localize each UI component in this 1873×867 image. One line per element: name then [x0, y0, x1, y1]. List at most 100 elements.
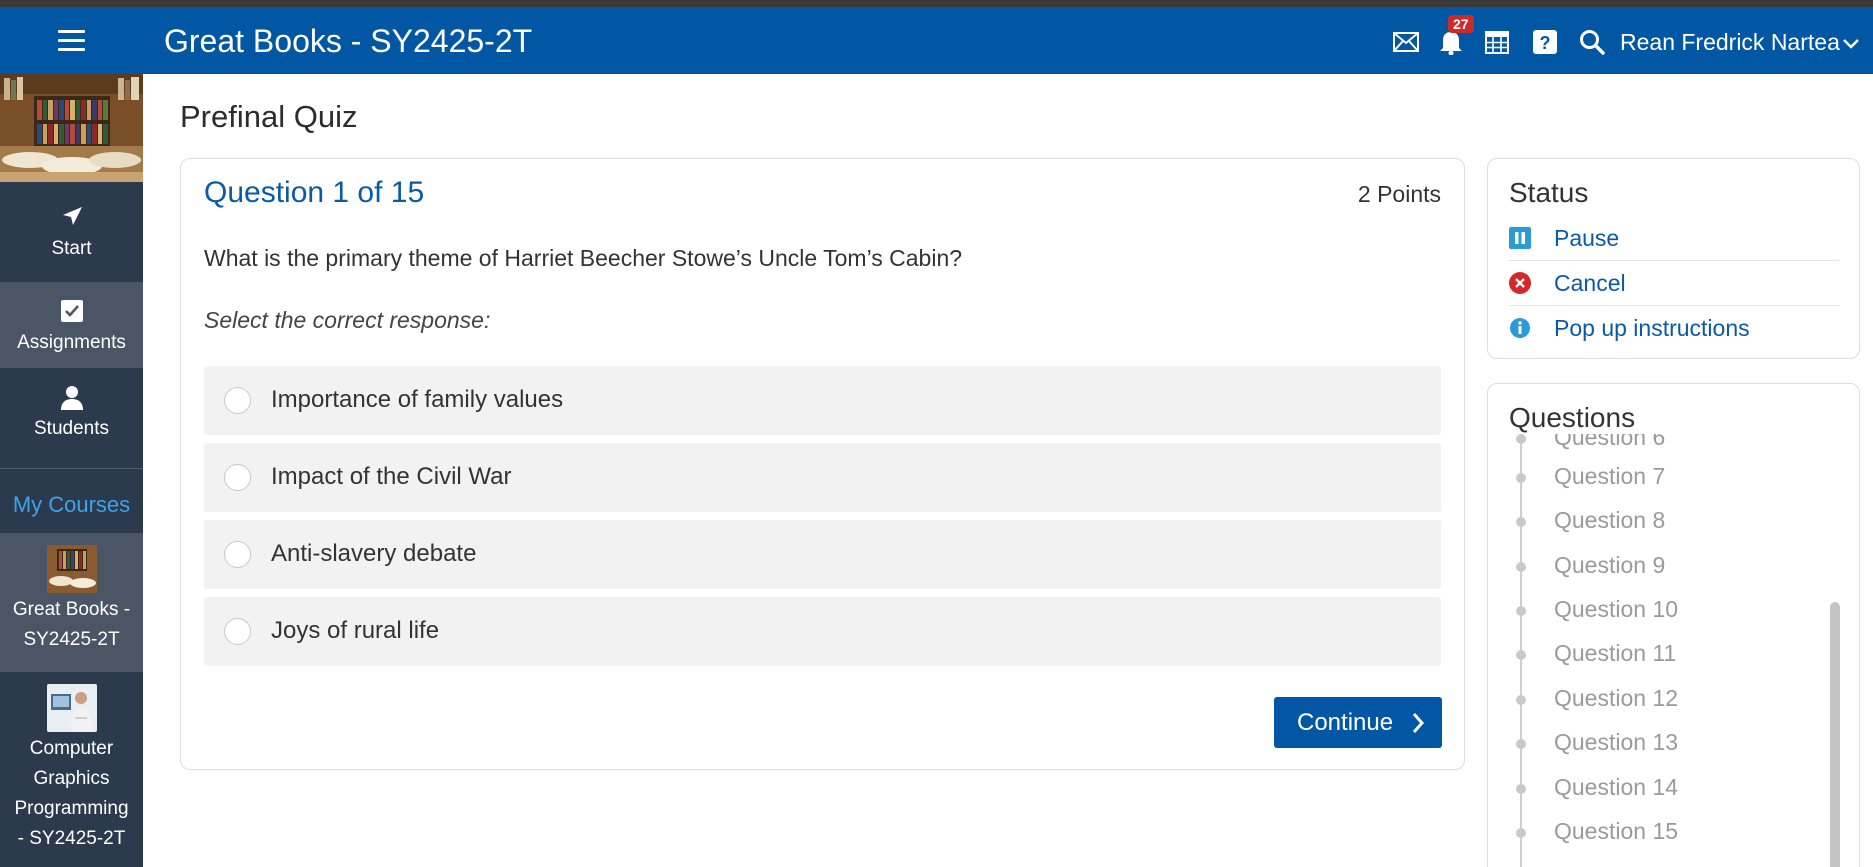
nav-start[interactable]: Start	[0, 188, 143, 274]
pause-action[interactable]: Pause	[1509, 216, 1839, 261]
mail-icon[interactable]	[1393, 29, 1419, 55]
navigation-arrow-icon	[0, 204, 143, 232]
question-list-label: Question 9	[1554, 552, 1666, 578]
nav-students[interactable]: Students	[0, 368, 143, 454]
my-courses-heading[interactable]: My Courses	[0, 492, 143, 518]
question-list-item[interactable]: Question 12	[1509, 681, 1809, 717]
answer-option-label: Joys of rural life	[271, 617, 440, 644]
nav-label: Start	[51, 238, 92, 259]
question-list[interactable]: Question 6 Question 7 Question 8 Questio…	[1488, 434, 1859, 867]
question-text: What is the primary theme of Harriet Bee…	[204, 245, 963, 271]
pause-label: Pause	[1554, 225, 1620, 251]
menu-icon[interactable]	[58, 30, 85, 52]
cancel-label: Cancel	[1554, 270, 1626, 296]
question-dot	[1516, 828, 1526, 838]
answer-option[interactable]: Anti-slavery debate	[204, 520, 1441, 589]
questions-panel: Questions Question 6 Question 7 Question…	[1487, 383, 1860, 867]
question-dot	[1516, 784, 1526, 794]
question-list-label: Question 8	[1554, 507, 1666, 533]
question-list-label: Question 15	[1554, 818, 1679, 844]
user-name[interactable]: Rean Fredrick Nartea	[1620, 29, 1840, 56]
question-list-label: Question 6	[1554, 434, 1666, 450]
page-title: Prefinal Quiz	[180, 99, 358, 134]
course-item-great-books[interactable]: Great Books - SY2425-2T	[0, 533, 143, 672]
questions-scrollbar[interactable]	[1830, 602, 1840, 867]
question-dot	[1516, 739, 1526, 749]
course-name-line: Programming	[14, 798, 129, 819]
question-points: 2 Points	[1357, 181, 1441, 207]
question-list-item[interactable]: Question 8	[1509, 503, 1809, 539]
window-top-strip	[0, 0, 1873, 7]
question-dot	[1516, 695, 1526, 705]
question-list-label: Question 7	[1554, 463, 1666, 489]
question-list-item[interactable]: Question 6	[1509, 434, 1809, 456]
popup-instructions-label: Pop up instructions	[1554, 315, 1750, 341]
question-dot	[1516, 562, 1526, 572]
radio-button[interactable]	[224, 387, 251, 414]
continue-label: Continue	[1297, 709, 1394, 736]
info-icon	[1509, 317, 1531, 339]
checkbox-icon	[0, 298, 143, 326]
question-list-item[interactable]: Question 13	[1509, 725, 1809, 761]
question-list-item[interactable]: Question 7	[1509, 459, 1809, 495]
cancel-action[interactable]: Cancel	[1509, 261, 1839, 306]
sidebar-divider	[0, 468, 143, 469]
question-list-label: Question 10	[1554, 596, 1679, 622]
course-name-line: Computer	[29, 738, 114, 759]
question-heading: Question 1 of 15	[204, 176, 425, 209]
question-list-label: Question 11	[1554, 640, 1677, 666]
course-name-line: - SY2425-2T	[17, 828, 126, 849]
course-name-line: Great Books -	[12, 599, 131, 620]
notification-badge: 27	[1448, 15, 1474, 33]
course-name-line: SY2425-2T	[23, 629, 120, 650]
status-title: Status	[1509, 177, 1589, 208]
question-list-item[interactable]: Question 10	[1509, 592, 1809, 628]
answer-option[interactable]: Impact of the Civil War	[204, 443, 1441, 512]
question-list-label: Question 14	[1554, 774, 1679, 800]
course-item-computer-graphics[interactable]: Computer Graphics Programming - SY2425-2…	[0, 672, 143, 867]
course-thumbnail	[46, 684, 97, 732]
top-header: Great Books - SY2425-2T 27 ? Rean Fredri…	[0, 7, 1873, 74]
svg-text:?: ?	[1540, 33, 1551, 53]
question-list-item[interactable]: Question 9	[1509, 548, 1809, 584]
sidebar: Start Assignments Students My Courses Gr…	[0, 74, 143, 867]
status-panel: Status Pause Cancel Pop up instructions	[1487, 158, 1860, 359]
course-banner-image	[0, 74, 143, 182]
question-list-label: Question 13	[1554, 729, 1679, 755]
course-thumbnail	[46, 545, 97, 593]
nav-assignments[interactable]: Assignments	[0, 282, 143, 368]
pause-icon	[1509, 227, 1531, 249]
answer-option[interactable]: Importance of family values	[204, 366, 1441, 435]
answer-option-label: Importance of family values	[271, 386, 564, 413]
question-dot	[1516, 650, 1526, 660]
answer-option-label: Impact of the Civil War	[271, 463, 512, 490]
person-icon	[0, 384, 143, 412]
radio-button[interactable]	[224, 464, 251, 491]
continue-button[interactable]: Continue	[1274, 697, 1442, 748]
question-list-item[interactable]: Question 14	[1509, 770, 1809, 806]
question-card: Question 1 of 15 2 Points What is the pr…	[180, 158, 1465, 770]
course-name-line: Graphics	[33, 768, 110, 789]
question-instruction: Select the correct response:	[204, 307, 491, 333]
nav-label: Students	[34, 418, 109, 439]
question-dot	[1516, 606, 1526, 616]
search-icon[interactable]	[1579, 29, 1605, 55]
calendar-icon[interactable]	[1484, 29, 1510, 55]
question-list-item[interactable]: Question 15	[1509, 814, 1809, 850]
radio-button[interactable]	[224, 618, 251, 645]
question-dot	[1516, 434, 1526, 444]
help-icon[interactable]: ?	[1532, 29, 1558, 55]
answer-option-label: Anti-slavery debate	[271, 540, 477, 567]
question-list-item[interactable]: Question 11	[1509, 636, 1809, 672]
questions-title: Questions	[1509, 402, 1636, 433]
question-dot	[1516, 517, 1526, 527]
course-title: Great Books - SY2425-2T	[164, 23, 533, 59]
question-list-label: Question 12	[1554, 685, 1679, 711]
nav-label: Assignments	[17, 332, 126, 353]
radio-button[interactable]	[224, 541, 251, 568]
chevron-down-icon[interactable]	[1842, 37, 1860, 55]
question-dot	[1516, 473, 1526, 483]
popup-instructions-action[interactable]: Pop up instructions	[1509, 306, 1839, 351]
chevron-right-icon	[1411, 712, 1425, 741]
answer-option[interactable]: Joys of rural life	[204, 597, 1441, 666]
